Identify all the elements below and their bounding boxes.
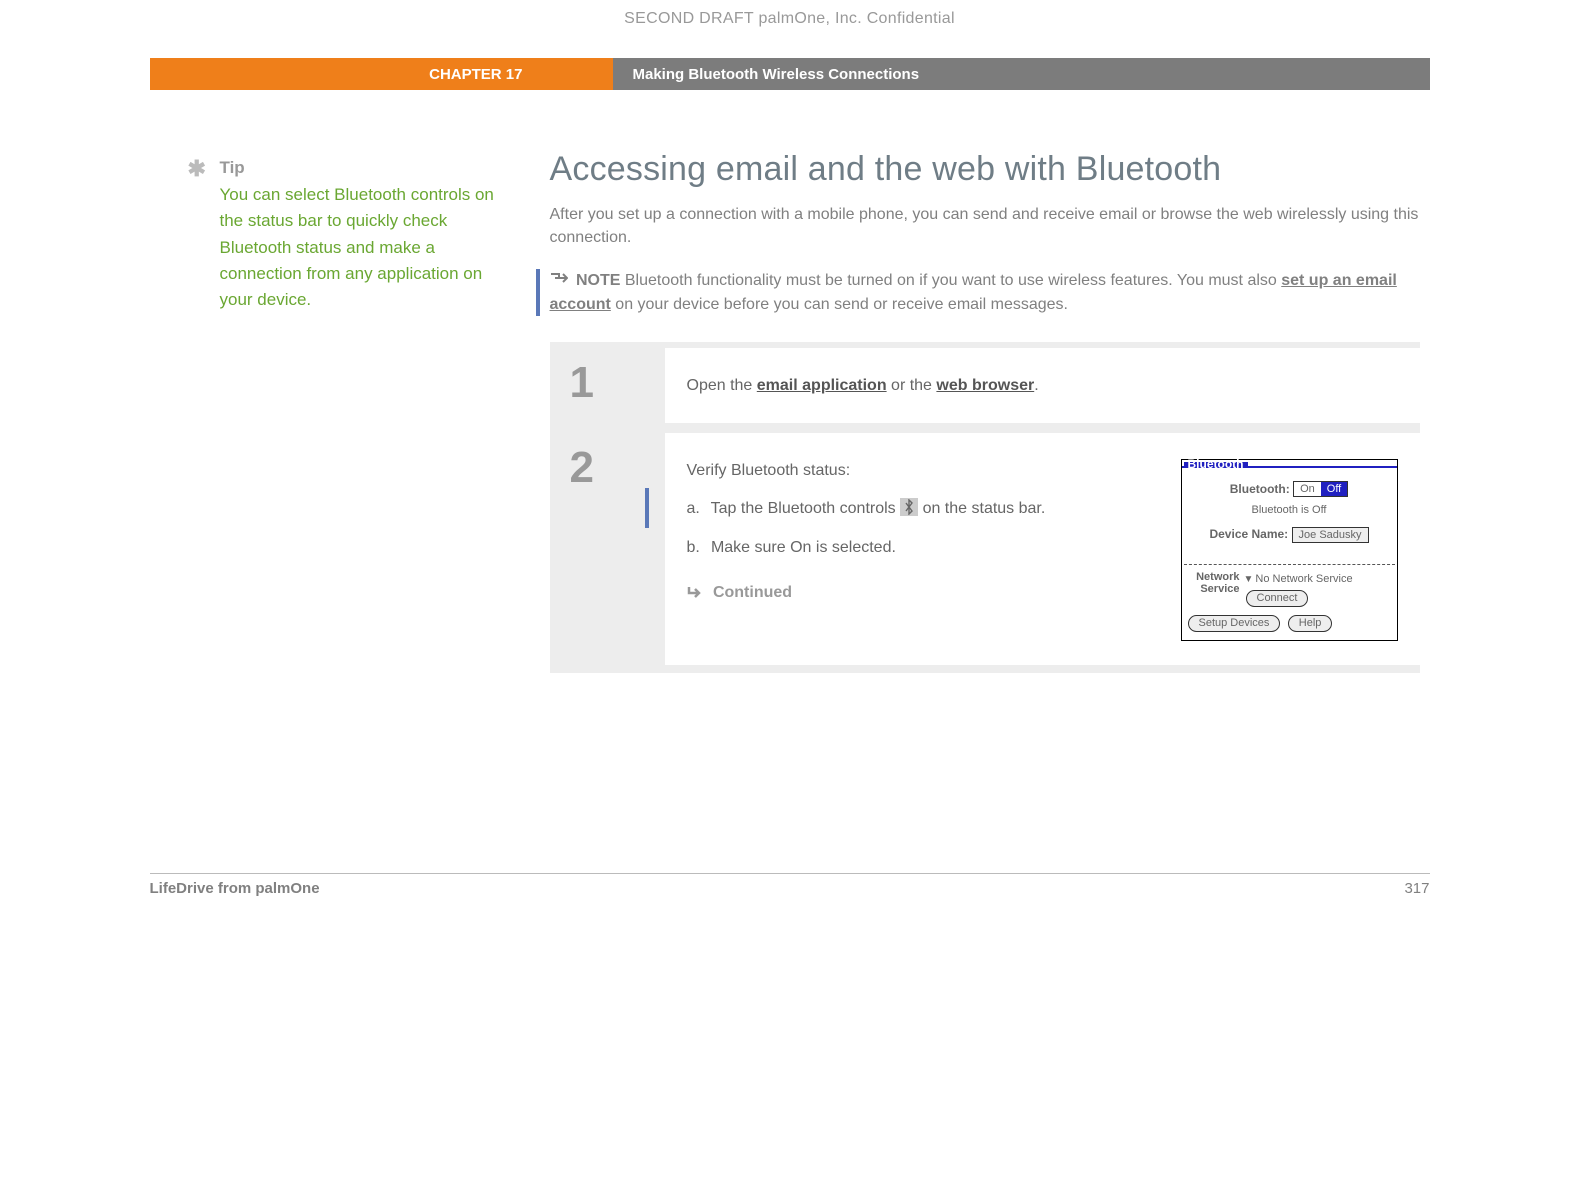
substep-a: a. Tap the Bluetooth controls on the sta… [687,497,1161,522]
substep-a-text: Tap the Bluetooth controls [711,500,900,517]
bt-toggle-on[interactable]: On [1294,482,1321,496]
step2-intro: Verify Bluetooth status: [687,459,1161,484]
bt-toggle[interactable]: On Off [1293,481,1348,497]
network-service-value: No Network Service [1255,573,1352,585]
device-title: Bluetooth [1184,462,1248,466]
step-body: Verify Bluetooth status: a. Tap the Blue… [665,433,1420,665]
page-footer: LifeDrive from palmOne 317 [150,873,1430,897]
dropdown-arrow-icon: ▼ [1244,574,1254,585]
continued-marker: Continued [687,581,1161,606]
step-1: 1 Open the email application or the web … [550,342,1420,423]
note-text-before: Bluetooth functionality must be turned o… [625,272,1281,289]
device-screenshot: Bluetooth Bluetooth: On Off [1181,459,1398,641]
note-arrow-icon [550,271,568,285]
substep-b: b. Make sure On is selected. [687,536,1161,561]
network-service-label: Network Service [1184,571,1240,596]
tip-block: ✱ Tip You can select Bluetooth controls … [180,158,520,314]
network-label-line1: Network [1196,571,1239,583]
tip-text: You can select Bluetooth controls on the… [220,182,520,314]
bt-status-text: Bluetooth is Off [1188,502,1391,519]
step-number: 2 [550,433,665,665]
note-block: NOTE Bluetooth functionality must be tur… [536,269,1420,315]
draft-confidential-header: SECOND DRAFT palmOne, Inc. Confidential [150,0,1430,58]
link-web-browser[interactable]: web browser [936,377,1034,394]
main-content: Accessing email and the web with Bluetoo… [550,150,1430,673]
substep-a-tail: on the status bar. [923,500,1046,517]
network-service-dropdown[interactable]: ▼No Network Service [1244,571,1395,588]
bt-toggle-label: Bluetooth: [1230,480,1290,499]
page-heading: Accessing email and the web with Bluetoo… [550,150,1420,189]
step-2: 2 Verify Bluetooth status: a. Tap the Bl… [550,423,1420,673]
tip-asterisk-icon: ✱ [188,156,206,182]
sidebar: ✱ Tip You can select Bluetooth controls … [180,150,550,673]
bluetooth-icon [900,498,918,516]
tip-label: Tip [220,158,520,178]
device-name-label: Device Name: [1209,525,1288,544]
note-text-after: on your device before you can send or re… [611,296,1068,313]
steps-container: 1 Open the email application or the web … [550,342,1420,673]
device-name-field[interactable]: Joe Sadusky [1292,527,1369,543]
divider [1184,564,1395,565]
bt-toggle-off[interactable]: Off [1321,482,1347,496]
page-number: 317 [1404,880,1429,897]
substep-b-text: Make sure On is selected. [711,539,896,556]
chapter-title: Making Bluetooth Wireless Connections [613,58,1430,90]
link-email-application[interactable]: email application [757,377,887,394]
substep-letter-b: b. [687,536,707,561]
substep-letter-a: a. [687,497,707,522]
setup-devices-button[interactable]: Setup Devices [1188,615,1281,632]
note-label: NOTE [576,272,620,289]
continued-label: Continued [713,584,792,601]
chapter-label: CHAPTER 17 [150,58,613,90]
network-label-line2: Service [1200,583,1239,595]
step1-text-before: Open the [687,377,757,394]
continued-arrow-icon [687,583,705,597]
intro-paragraph: After you set up a connection with a mob… [550,203,1420,249]
change-bar-icon [645,488,649,528]
connect-button[interactable]: Connect [1246,590,1309,607]
chapter-topbar: CHAPTER 17 Making Bluetooth Wireless Con… [150,58,1430,90]
step-body: Open the email application or the web br… [665,348,1420,423]
step1-text-after: . [1034,377,1038,394]
step-number: 1 [550,348,665,423]
help-button[interactable]: Help [1288,615,1333,632]
step1-text-mid: or the [887,377,937,394]
product-name: LifeDrive from palmOne [150,880,320,897]
